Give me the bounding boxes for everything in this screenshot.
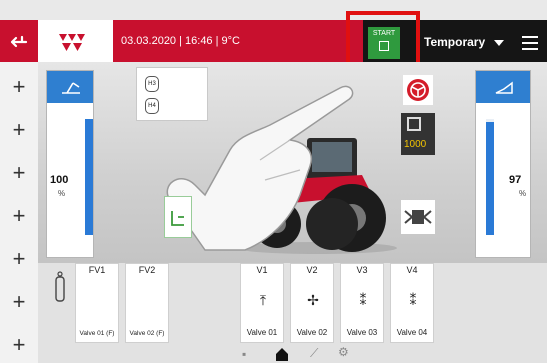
valve-function-icon: ⤒ <box>259 292 267 308</box>
plus-icon[interactable]: + <box>0 119 38 141</box>
valve-v2[interactable]: V2 ✢ Valve 02 <box>290 263 334 343</box>
oil-tank-icon <box>55 271 65 302</box>
rear-linkage-icon <box>495 81 513 94</box>
rear-hitch-panel[interactable]: 97 % <box>475 70 531 258</box>
valve-v4[interactable]: V4 ⁑ Valve 04 <box>390 263 434 343</box>
front-hitch-percent: 100 <box>50 174 69 186</box>
valve-name: Valve 03 <box>346 328 378 337</box>
hitch-level-bar <box>486 122 494 235</box>
valve-header: V2 <box>306 265 318 275</box>
valve-fv2[interactable]: FV2 Valve 02 (F) <box>125 263 169 343</box>
plus-icon[interactable]: + <box>0 291 38 313</box>
plus-icon[interactable]: + <box>0 205 38 227</box>
home-icon[interactable] <box>274 345 290 361</box>
valve-name: Valve 01 (F) <box>79 330 115 337</box>
shortcut-column: + + + + + + + <box>0 62 38 363</box>
hitch-level-bar <box>85 119 93 235</box>
valve-function-icon: ⁑ <box>359 292 367 308</box>
valve-fv1[interactable]: FV1 Valve 01 (F) <box>75 263 119 343</box>
datetime-label: 03.03.2020 | 16:46 | 9°C <box>121 35 240 47</box>
brand-logo <box>38 20 113 62</box>
valve-name: Valve 02 <box>296 328 328 337</box>
valve-header: V3 <box>356 265 368 275</box>
front-hitch-header <box>47 71 93 103</box>
valve-header: V1 <box>256 265 268 275</box>
pto-icon <box>407 117 421 131</box>
back-button[interactable] <box>0 20 38 62</box>
rear-hitch-header <box>476 71 530 103</box>
hitch-mode-button[interactable] <box>164 196 192 238</box>
hitch-icon <box>171 211 184 226</box>
menu-icon[interactable] <box>522 36 538 50</box>
profile-select-label[interactable]: Temporary <box>424 35 485 49</box>
plus-icon[interactable]: + <box>0 334 38 356</box>
pto-value: 1000 <box>404 139 427 150</box>
valve-v3[interactable]: V3 ⁑ Valve 03 <box>340 263 384 343</box>
plus-icon[interactable]: + <box>0 248 38 270</box>
steering-button[interactable] <box>403 75 433 105</box>
valve-v1[interactable]: V1 ⤒ Valve 01 <box>240 263 284 343</box>
valve-name: Valve 04 <box>396 328 428 337</box>
valve-name: Valve 01 <box>246 328 278 337</box>
massey-ferguson-logo <box>59 34 85 51</box>
front-hitch-panel[interactable]: 100 % <box>46 70 94 258</box>
differential-lock-button[interactable] <box>401 200 435 234</box>
valve-name: Valve 02 (F) <box>129 330 165 337</box>
valve-header: FV2 <box>138 265 156 275</box>
settings-icon[interactable]: ⚙ <box>338 345 349 359</box>
valve-function-icon: ✢ <box>307 292 319 308</box>
bottom-nav: ▪ ⟋ ⚙ <box>38 343 547 363</box>
hitch-icon[interactable]: ⟋ <box>310 346 318 361</box>
valve-header: V4 <box>406 265 418 275</box>
differential-lock-icon <box>404 210 432 224</box>
rear-hitch-unit: % <box>519 189 527 198</box>
front-linkage-icon <box>62 82 80 94</box>
plus-icon[interactable]: + <box>0 162 38 184</box>
steering-icon <box>407 79 429 101</box>
front-hitch-unit: % <box>58 189 66 198</box>
camera-icon[interactable]: ▪ <box>242 347 246 361</box>
chevron-down-icon[interactable] <box>494 40 504 46</box>
rear-hitch-percent: 97 <box>509 174 522 186</box>
valve-function-icon: ⁑ <box>409 292 417 308</box>
plus-icon[interactable]: + <box>0 76 38 98</box>
valve-header: FV1 <box>88 265 106 275</box>
pto-button[interactable]: 1000 <box>401 113 435 155</box>
back-arrow-icon <box>10 35 28 48</box>
